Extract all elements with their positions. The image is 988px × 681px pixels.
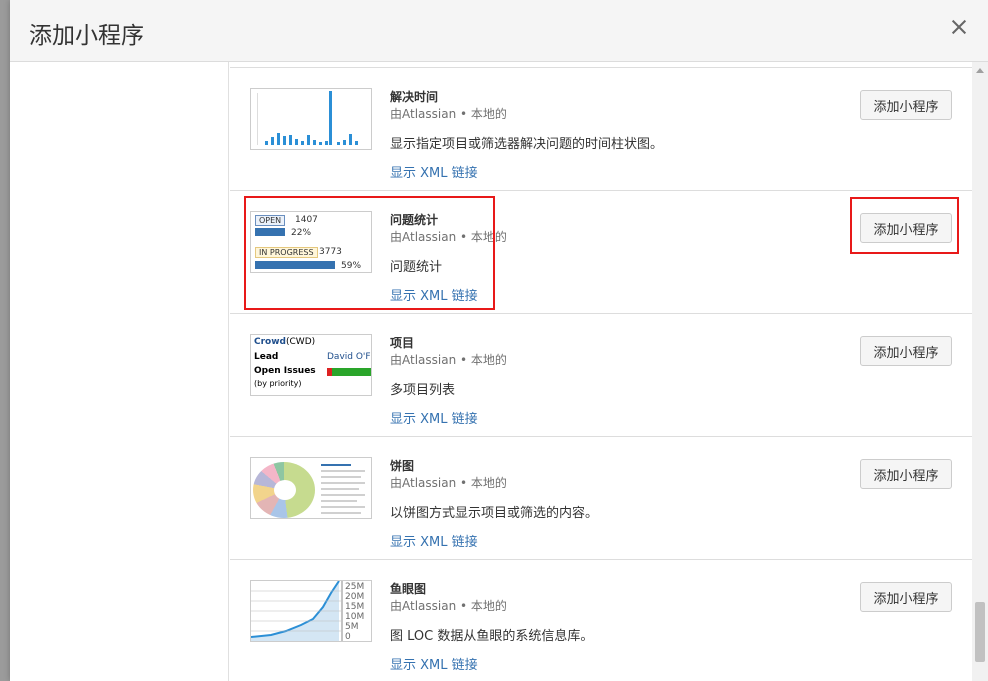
legend-line [321, 512, 361, 514]
gadget-description: 多项目列表 [390, 383, 456, 398]
gadget-name: 饼图 [390, 459, 415, 473]
gadget-item: 解决时间 由Atlassian • 本地的 显示指定项目或筛选器解决问题的时间柱… [230, 67, 972, 190]
chart-bar [349, 134, 352, 145]
gadget-author: 由Atlassian • 本地的 [390, 599, 507, 613]
axis-tick-label: 20M [345, 592, 364, 602]
chart-bar [329, 91, 332, 145]
gadget-description: 以饼图方式显示项目或筛选的内容。 [390, 506, 599, 521]
chart-bar [271, 137, 274, 145]
show-xml-link[interactable]: 显示 XML 链接 [390, 408, 478, 427]
add-gadget-button[interactable]: 添加小程序 [860, 582, 952, 612]
loc-chart-preview: 25M 20M 15M 10M 5M 0 [251, 581, 364, 642]
project-name: Crowd [254, 337, 286, 347]
chart-bar [289, 135, 292, 145]
gadget-thumbnail [250, 457, 372, 519]
legend-line [321, 464, 351, 466]
add-gadget-button[interactable]: 添加小程序 [860, 336, 952, 366]
gadget-author: 由Atlassian • 本地的 [390, 476, 507, 490]
chart-bar [295, 139, 298, 145]
show-xml-link[interactable]: 显示 XML 链接 [390, 531, 478, 550]
legend-line [321, 500, 357, 502]
gadget-item: 饼图 由Atlassian • 本地的 以饼图方式显示项目或筛选的内容。 显示 … [230, 436, 972, 559]
show-xml-link[interactable]: 显示 XML 链接 [390, 162, 478, 181]
chart-bar [307, 135, 310, 145]
legend-line [321, 488, 359, 490]
gadget-name: 解决时间 [390, 90, 439, 104]
chart-bar [343, 140, 346, 145]
highlight-box [244, 196, 495, 310]
add-gadget-button[interactable]: 添加小程序 [860, 459, 952, 489]
lead-label: Lead [254, 352, 279, 362]
chart-bar [301, 141, 304, 145]
scrollbar[interactable] [972, 62, 988, 681]
add-gadget-button[interactable]: 添加小程序 [860, 90, 952, 120]
gadget-item: Crowd (CWD) Lead David O'Fly Open Issues… [230, 313, 972, 436]
gadget-thumbnail: Crowd (CWD) Lead David O'Fly Open Issues… [250, 334, 372, 396]
axis-tick-label: 5M [345, 622, 359, 632]
category-sidebar [10, 62, 229, 681]
chart-bar [265, 141, 268, 145]
gadget-name: 项目 [390, 336, 415, 350]
dialog-title: 添加小程序 [29, 23, 144, 49]
gadget-description: 显示指定项目或筛选器解决问题的时间柱状图。 [390, 137, 664, 152]
chart-bar [277, 133, 280, 145]
chart-bar [337, 142, 340, 145]
legend-line [321, 506, 365, 508]
scroll-thumb[interactable] [975, 602, 985, 662]
open-issues-subtitle: (by priority) [254, 379, 302, 388]
chart-bar [325, 141, 328, 145]
gadget-thumbnail [250, 88, 372, 150]
lead-value: David O'Fly [327, 352, 371, 362]
gadget-description: 图 LOC 数据从鱼眼的系统信息库。 [390, 629, 594, 644]
gadget-list: 解决时间 由Atlassian • 本地的 显示指定项目或筛选器解决问题的时间柱… [230, 62, 972, 681]
axis-tick-label: 10M [345, 612, 364, 622]
chart-bar [283, 136, 286, 145]
dialog-header: 添加小程序 [10, 0, 988, 62]
close-icon[interactable] [948, 16, 970, 38]
highlight-box [850, 197, 959, 254]
axis-tick-label: 25M [345, 582, 364, 592]
gadget-author: 由Atlassian • 本地的 [390, 107, 507, 121]
add-gadget-dialog: 添加小程序 解决时间 由Atlassian • 本地的 显示指定项目或筛选器解决… [10, 0, 988, 681]
project-key: (CWD) [286, 337, 316, 347]
chart-bar [313, 140, 316, 145]
legend-line [321, 494, 365, 496]
chart-bar [319, 142, 322, 145]
legend-line [321, 482, 365, 484]
backdrop-edge [0, 0, 10, 681]
legend-line [321, 476, 361, 478]
chart-bar [355, 141, 358, 145]
scroll-up-icon[interactable] [976, 68, 984, 73]
gadget-name: 鱼眼图 [390, 582, 427, 596]
axis-tick-label: 15M [345, 602, 364, 612]
gadget-item: OPEN 1407 22% IN PROGRESS 3773 59% 问题统计 … [230, 190, 972, 313]
priority-bar-normal [332, 368, 371, 376]
pie-center [274, 480, 296, 500]
axis-tick-label: 0 [345, 632, 351, 642]
gadget-thumbnail: 25M 20M 15M 10M 5M 0 [250, 580, 372, 642]
open-issues-label: Open Issues [254, 366, 316, 376]
gadget-author: 由Atlassian • 本地的 [390, 353, 507, 367]
show-xml-link[interactable]: 显示 XML 链接 [390, 654, 478, 673]
legend-line [321, 470, 365, 472]
gadget-item: 25M 20M 15M 10M 5M 0 鱼眼图 由Atlassian • 本地… [230, 559, 972, 681]
